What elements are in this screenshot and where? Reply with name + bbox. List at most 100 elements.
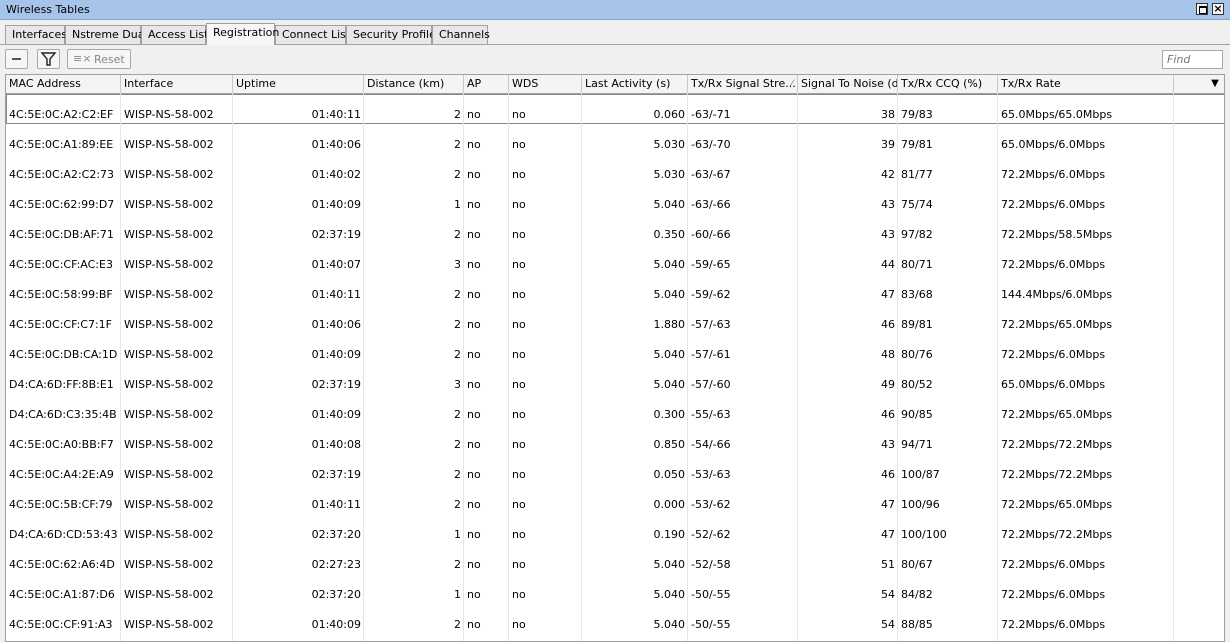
cell-last: 5.040 xyxy=(653,558,686,571)
cell-last: 0.300 xyxy=(653,408,686,421)
cell-distance: 3 xyxy=(454,258,461,271)
tab-divider xyxy=(0,44,1230,45)
cell-mac: 4C:5E:0C:5B:CF:79 xyxy=(9,498,113,511)
cell-signal: -57/-61 xyxy=(691,348,731,361)
cell-uptime: 01:40:09 xyxy=(311,408,361,421)
table-row[interactable]: D4:CA:6D:C3:35:4B WISP-NS-58-002 01:40:09 2… xyxy=(6,394,1224,424)
cell-rate: 72.2Mbps/72.2Mbps xyxy=(1001,528,1113,541)
cell-distance: 2 xyxy=(454,468,461,481)
cell-last: 5.030 xyxy=(653,168,686,181)
tab-channels[interactable]: Channels xyxy=(432,25,490,44)
cell-iface: WISP-NS-58-002 xyxy=(124,108,214,121)
table-row[interactable]: 4C:5E:0C:CF:91:A3 WISP-NS-58-002 01:40:09 2… xyxy=(6,604,1224,634)
cell-last: 5.040 xyxy=(653,378,686,391)
column-divider xyxy=(687,93,688,641)
cell-snr: 47 xyxy=(881,528,895,541)
cell-last: 5.040 xyxy=(653,198,686,211)
column-header-wds[interactable]: WDS xyxy=(509,75,582,93)
column-header-ccq[interactable]: Tx/Rx CCQ (%) xyxy=(898,75,998,93)
table-row[interactable]: D4:CA:6D:FF:8B:E1 WISP-NS-58-002 02:37:19 3… xyxy=(6,364,1224,394)
cell-mac: 4C:5E:0C:DB:AF:71 xyxy=(9,228,114,241)
filter-button[interactable] xyxy=(37,49,60,69)
table-row[interactable]: 4C:5E:0C:A4:2E:A9 WISP-NS-58-002 02:37:19 2… xyxy=(6,454,1224,484)
cell-mac: 4C:5E:0C:62:A6:4D xyxy=(9,558,115,571)
tab-connect-list[interactable]: Connect List xyxy=(275,25,350,44)
cell-iface: WISP-NS-58-002 xyxy=(124,378,214,391)
cell-snr: 38 xyxy=(881,108,895,121)
cell-ccq: 75/74 xyxy=(901,198,933,211)
column-divider xyxy=(581,93,582,641)
table-row[interactable]: 4C:5E:0C:5B:CF:79 WISP-NS-58-002 01:40:11 2… xyxy=(6,484,1224,514)
table-row[interactable]: D4:CA:6D:CD:53:43 WISP-NS-58-002 02:37:20 1… xyxy=(6,514,1224,544)
cell-ap: no xyxy=(467,348,481,361)
column-header-mac[interactable]: MAC Address xyxy=(6,75,121,93)
table-row[interactable]: 4C:5E:0C:CF:AC:E3 WISP-NS-58-002 01:40:07 3… xyxy=(6,244,1224,274)
cell-last: 5.040 xyxy=(653,288,686,301)
column-header-signal[interactable]: Tx/Rx Signal Stre... ⁄ xyxy=(688,75,798,93)
cell-mac: 4C:5E:0C:A4:2E:A9 xyxy=(9,468,114,481)
cell-snr: 44 xyxy=(881,258,895,271)
maximize-icon[interactable] xyxy=(1196,3,1208,15)
table-row[interactable]: 4C:5E:0C:A0:BB:F7 WISP-NS-58-002 01:40:08 2… xyxy=(6,424,1224,454)
reset-button[interactable]: ≡× Reset xyxy=(67,49,131,69)
cell-ccq: 100/100 xyxy=(901,528,947,541)
close-icon[interactable]: × xyxy=(1212,3,1224,15)
cell-rate: 72.2Mbps/6.0Mbps xyxy=(1001,588,1106,601)
column-header-rate[interactable]: Tx/Rx Rate xyxy=(998,75,1174,93)
cell-distance: 3 xyxy=(454,378,461,391)
find-input[interactable] xyxy=(1162,50,1223,69)
table-row[interactable]: 4C:5E:0C:A1:89:EE WISP-NS-58-002 01:40:06 2… xyxy=(6,124,1224,154)
table-row[interactable]: 4C:5E:0C:58:99:BF WISP-NS-58-002 01:40:11 2… xyxy=(6,274,1224,304)
table-row[interactable]: 4C:5E:0C:A1:87:D6 WISP-NS-58-002 02:37:20 1… xyxy=(6,574,1224,604)
cell-distance: 2 xyxy=(454,498,461,511)
cell-uptime: 01:40:09 xyxy=(311,348,361,361)
cell-uptime: 01:40:11 xyxy=(311,288,361,301)
column-header-uptime[interactable]: Uptime xyxy=(233,75,364,93)
cell-uptime: 01:40:06 xyxy=(311,138,361,151)
tab-nstreme-dual[interactable]: Nstreme Dual xyxy=(65,25,148,44)
table-row[interactable]: 4C:5E:0C:DB:CA:1D WISP-NS-58-002 01:40:09 2… xyxy=(6,334,1224,364)
table-row[interactable]: 4C:5E:0C:A2:C2:EF WISP-NS-58-002 01:40:11 2… xyxy=(6,94,1224,124)
cell-last: 0.050 xyxy=(653,468,686,481)
cell-snr: 54 xyxy=(881,618,895,631)
cell-wds: no xyxy=(512,168,526,181)
table-row[interactable]: 4C:5E:0C:DB:AF:71 WISP-NS-58-002 02:37:19 2… xyxy=(6,214,1224,244)
cell-mac: 4C:5E:0C:62:99:D7 xyxy=(9,198,115,211)
cell-wds: no xyxy=(512,108,526,121)
tab-registration[interactable]: Registration xyxy=(206,23,279,45)
table-row[interactable]: 4C:5E:0C:A2:C2:73 WISP-NS-58-002 01:40:02 2… xyxy=(6,154,1224,184)
column-menu-icon[interactable]: ▼ xyxy=(1206,75,1224,93)
cell-rate: 72.2Mbps/65.0Mbps xyxy=(1001,498,1113,511)
cell-uptime: 01:40:09 xyxy=(311,198,361,211)
cell-iface: WISP-NS-58-002 xyxy=(124,618,214,631)
remove-button[interactable] xyxy=(5,49,28,69)
column-header-last[interactable]: Last Activity (s) xyxy=(582,75,688,93)
column-header-ap[interactable]: AP xyxy=(464,75,509,93)
tab-access-list[interactable]: Access List xyxy=(141,25,208,44)
column-header-snr[interactable]: Signal To Noise (d... xyxy=(798,75,898,93)
column-divider xyxy=(797,93,798,641)
reset-icon: ≡× xyxy=(73,52,92,65)
cell-signal: -50/-55 xyxy=(691,588,731,601)
cell-ccq: 88/85 xyxy=(901,618,933,631)
tab-security-profiles[interactable]: Security Profiles xyxy=(346,25,442,44)
cell-snr: 49 xyxy=(881,378,895,391)
cell-rate: 72.2Mbps/6.0Mbps xyxy=(1001,558,1106,571)
tab-interfaces[interactable]: Interfaces xyxy=(5,25,67,44)
cell-distance: 2 xyxy=(454,228,461,241)
cell-ccq: 100/96 xyxy=(901,498,940,511)
cell-snr: 42 xyxy=(881,168,895,181)
cell-ap: no xyxy=(467,168,481,181)
cell-signal: -53/-63 xyxy=(691,468,731,481)
table-row[interactable]: 4C:5E:0C:62:A6:4D WISP-NS-58-002 02:27:23 2… xyxy=(6,544,1224,574)
cell-distance: 2 xyxy=(454,168,461,181)
cell-mac: 4C:5E:0C:A1:87:D6 xyxy=(9,588,115,601)
table-row[interactable]: 4C:5E:0C:62:99:D7 WISP-NS-58-002 01:40:09 1… xyxy=(6,184,1224,214)
cell-ccq: 80/67 xyxy=(901,558,933,571)
column-header-iface[interactable]: Interface xyxy=(121,75,233,93)
cell-ccq: 79/83 xyxy=(901,108,933,121)
column-header-distance[interactable]: Distance (km) xyxy=(364,75,464,93)
table-row[interactable]: 4C:5E:0C:CF:C7:1F WISP-NS-58-002 01:40:06 2… xyxy=(6,304,1224,334)
toolbar: ≡× Reset xyxy=(0,46,1230,72)
cell-iface: WISP-NS-58-002 xyxy=(124,228,214,241)
